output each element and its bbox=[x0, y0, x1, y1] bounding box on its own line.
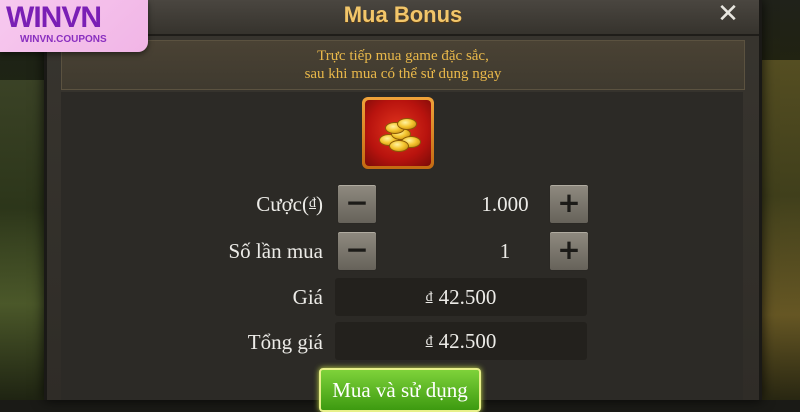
dialog-title: Mua Bonus bbox=[343, 2, 463, 27]
close-icon[interactable]: ✕ bbox=[715, 0, 741, 30]
buy-bonus-dialog: Mua Bonus ✕ Trực tiếp mua game đặc sắc, … bbox=[44, 0, 762, 412]
purchase-count-label: Số lần mua bbox=[228, 239, 324, 263]
bet-increase-button[interactable]: + bbox=[549, 184, 589, 224]
total-value-box: đ 42.500 bbox=[335, 322, 587, 360]
logo-subtext: WINVN.COUPONS bbox=[20, 34, 107, 45]
count-decrease-button[interactable]: − bbox=[337, 231, 377, 271]
banner-line-2: sau khi mua có thể sử dụng ngay bbox=[304, 66, 502, 82]
currency-symbol: đ bbox=[425, 334, 433, 349]
total-price-label: Tổng giá bbox=[247, 330, 323, 354]
price-value-box: đ 42.500 bbox=[335, 278, 587, 316]
bet-decrease-button[interactable]: − bbox=[337, 184, 377, 224]
winvn-logo: WINVN WINVN.COUPONS bbox=[0, 0, 148, 52]
count-increase-button[interactable]: + bbox=[549, 231, 589, 271]
buy-and-use-button[interactable]: Mua và sử dụng bbox=[319, 368, 481, 412]
bet-label: Cược(đ) bbox=[256, 192, 323, 216]
logo-text: WINVN bbox=[6, 1, 102, 34]
price-label: Giá bbox=[292, 285, 323, 309]
banner-line-1: Trực tiếp mua game đặc sắc, bbox=[317, 48, 489, 64]
total-value: 42.500 bbox=[438, 329, 497, 353]
price-value: 42.500 bbox=[438, 285, 497, 309]
currency-symbol: đ bbox=[425, 290, 433, 305]
info-banner: Trực tiếp mua game đặc sắc, sau khi mua … bbox=[61, 40, 745, 90]
dialog-titlebar: Mua Bonus ✕ bbox=[47, 0, 759, 36]
gold-coins-icon bbox=[362, 97, 434, 169]
banner-text: Trực tiếp mua game đặc sắc, sau khi mua … bbox=[62, 47, 744, 83]
